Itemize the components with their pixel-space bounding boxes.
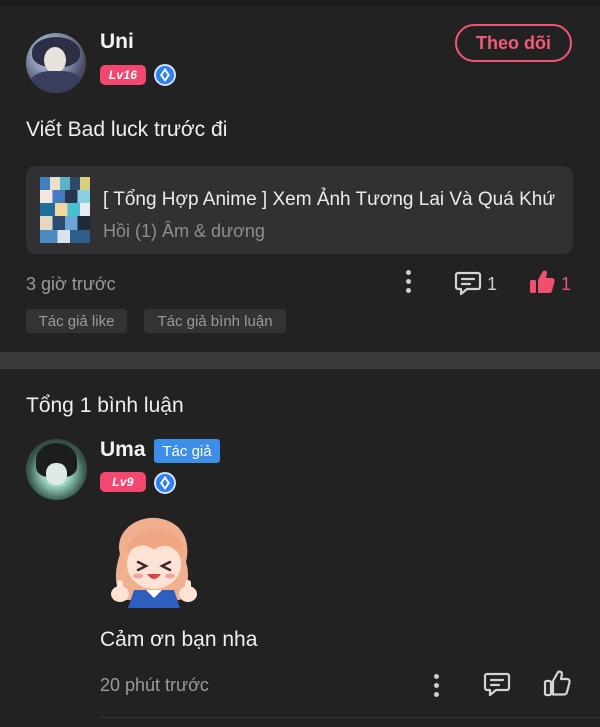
linked-content-title: [ Tổng Hợp Anime ] Xem Ảnh Tương Lai Và …: [103, 189, 556, 210]
diamond-icon: [154, 472, 176, 494]
sticker: [100, 514, 204, 610]
more-icon[interactable]: [405, 270, 411, 293]
like-icon[interactable]: [542, 668, 572, 698]
author-badge: Tác giả: [154, 439, 220, 463]
post-text: Viết Bad luck trước đi: [26, 118, 228, 141]
more-icon[interactable]: [433, 674, 439, 697]
comment-icon[interactable]: [454, 270, 482, 296]
linked-content-card[interactable]: [ Tổng Hợp Anime ] Xem Ảnh Tương Lai Và …: [26, 166, 573, 254]
comment-icon[interactable]: [483, 671, 511, 697]
follow-button[interactable]: Theo dõi: [455, 24, 572, 62]
comment-divider: [100, 717, 600, 718]
diamond-icon: [154, 64, 176, 86]
tag-author-liked: Tác giả like: [26, 309, 127, 333]
like-count: 1: [561, 274, 572, 294]
total-comments-heading: Tổng 1 bình luận: [26, 394, 184, 417]
linked-content-thumbnail: [40, 177, 90, 243]
comment-author-name[interactable]: Uma: [100, 438, 146, 462]
comment-timestamp: 20 phút trước: [100, 675, 209, 695]
post-timestamp: 3 giờ trước: [26, 274, 116, 294]
linked-content-subtitle: Hồi (1) Âm & dương: [103, 221, 265, 241]
comment-author-level-badge: Lv9: [100, 472, 146, 492]
post-author-name[interactable]: Uni: [100, 30, 134, 54]
comment-count: 1: [487, 274, 498, 294]
post-author-avatar[interactable]: [26, 33, 86, 93]
section-divider: [0, 352, 600, 369]
post-author-level-badge: Lv16: [100, 65, 146, 85]
tag-author-commented: Tác giả bình luận: [144, 309, 286, 333]
like-icon[interactable]: [528, 268, 556, 296]
comment-author-avatar[interactable]: [26, 439, 87, 500]
comment-text: Cảm ơn bạn nha: [100, 628, 258, 651]
top-divider: [0, 0, 600, 6]
